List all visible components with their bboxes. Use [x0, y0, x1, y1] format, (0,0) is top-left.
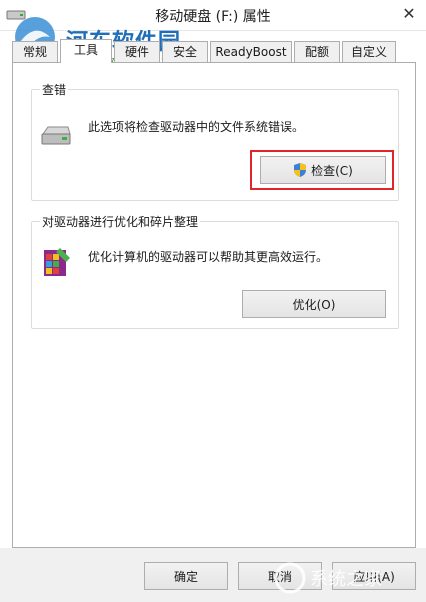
optimize-description: 优化计算机的驱动器可以帮助其更高效运行。 [88, 250, 329, 264]
tab-tools[interactable]: 工具 [60, 39, 112, 63]
optimize-group: 对驱动器进行优化和碎片整理 优化计算机的驱动器可以帮助其更高效运行。 优化(O) [31, 213, 399, 329]
check-button-label: 检查(C) [311, 163, 353, 178]
error-check-description: 此选项将检查驱动器中的文件系统错误。 [88, 120, 305, 134]
window-title: 移动硬盘 (F:) 属性 [155, 9, 271, 25]
optimize-button[interactable]: 优化(O) [242, 290, 386, 318]
ok-button[interactable]: 确定 [144, 562, 228, 590]
title-bar: 移动硬盘 (F:) 属性 ✕ [0, 0, 426, 31]
defrag-icon [44, 248, 70, 276]
error-check-title: 查错 [40, 81, 69, 98]
tab-hardware[interactable]: 硬件 [114, 41, 160, 62]
uac-shield-icon [294, 163, 307, 177]
tab-customize[interactable]: 自定义 [342, 41, 396, 62]
apply-button[interactable]: 应用(A) [332, 562, 416, 590]
tab-general[interactable]: 常规 [12, 41, 58, 62]
tab-readyboost[interactable]: ReadyBoost [210, 41, 292, 62]
optimize-title: 对驱动器进行优化和碎片整理 [40, 213, 201, 230]
close-button[interactable]: ✕ [394, 0, 424, 26]
drive-icon [41, 126, 71, 145]
cancel-button[interactable]: 取消 [238, 562, 322, 590]
tab-quota[interactable]: 配额 [294, 41, 340, 62]
tab-security[interactable]: 安全 [162, 41, 208, 62]
error-check-group: 查错 此选项将检查驱动器中的文件系统错误。 检查(C) [31, 81, 399, 201]
tools-panel: 查错 此选项将检查驱动器中的文件系统错误。 检查(C) 对驱动器进行优化和碎片整… [12, 62, 416, 548]
check-button[interactable]: 检查(C) [260, 156, 386, 184]
